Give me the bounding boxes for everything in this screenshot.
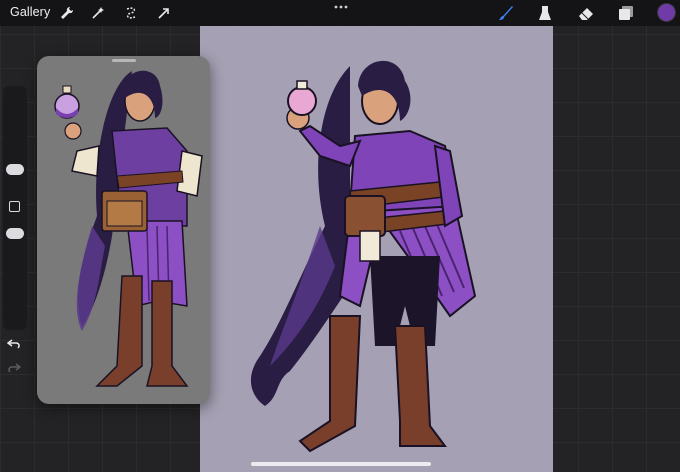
redo-icon[interactable] bbox=[7, 362, 21, 374]
selection-icon[interactable] bbox=[121, 3, 141, 23]
brush-icon[interactable] bbox=[496, 3, 516, 23]
magic-wand-icon[interactable] bbox=[88, 3, 108, 23]
top-toolbar: Gallery bbox=[0, 0, 680, 26]
transform-arrow-icon[interactable] bbox=[154, 3, 174, 23]
character-artwork bbox=[250, 60, 477, 453]
sidebar bbox=[3, 86, 27, 373]
smudge-icon[interactable] bbox=[535, 3, 555, 23]
layers-icon[interactable] bbox=[616, 3, 636, 23]
reference-image bbox=[54, 70, 203, 387]
brush-size-slider[interactable] bbox=[6, 164, 24, 175]
modify-button[interactable] bbox=[9, 201, 20, 212]
color-swatch[interactable] bbox=[658, 4, 675, 21]
drawing-canvas[interactable] bbox=[200, 26, 553, 472]
opacity-slider[interactable] bbox=[6, 228, 24, 239]
reference-window[interactable] bbox=[37, 56, 210, 404]
gallery-button[interactable]: Gallery bbox=[10, 5, 50, 19]
home-indicator bbox=[251, 462, 431, 466]
eraser-icon[interactable] bbox=[576, 3, 596, 23]
more-options-icon[interactable] bbox=[333, 2, 349, 12]
reference-window-drag-handle[interactable] bbox=[112, 59, 136, 62]
wrench-icon[interactable] bbox=[57, 3, 77, 23]
undo-icon[interactable] bbox=[7, 338, 21, 350]
